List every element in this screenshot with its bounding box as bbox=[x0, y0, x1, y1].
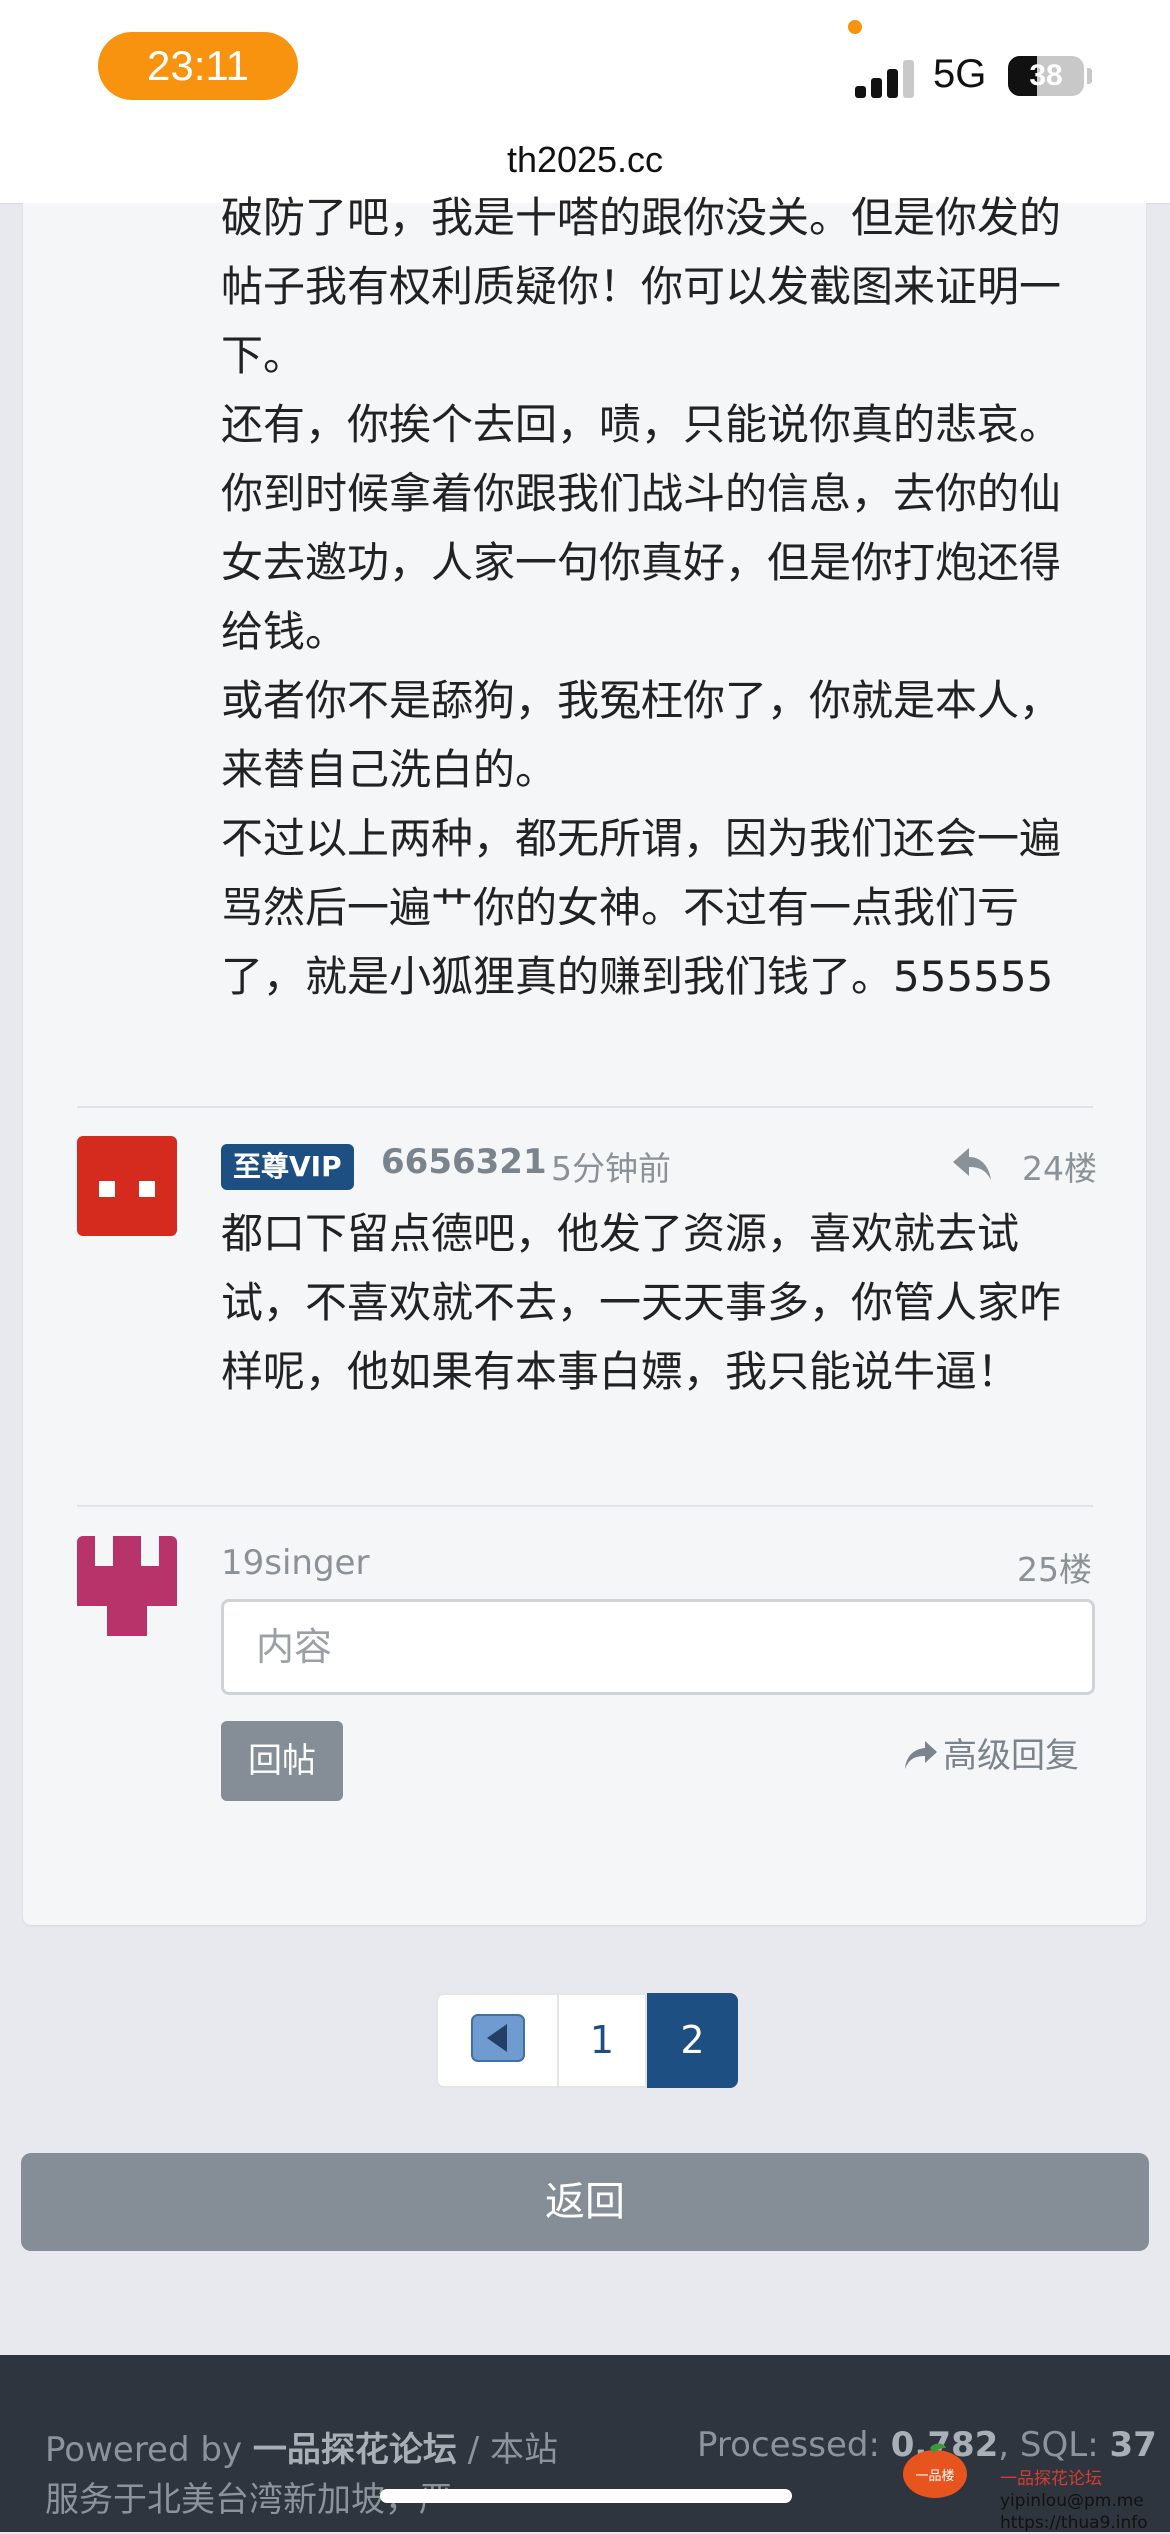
post-divider bbox=[77, 1106, 1093, 1108]
watermark-line3: https://thua9.info bbox=[1000, 2513, 1148, 2533]
thread-card: 破防了吧，我是十嗒的跟你没关。但是你发的帖子我有权利质疑你！你可以发截图来证明一… bbox=[23, 193, 1146, 1925]
back-button[interactable]: 返回 bbox=[21, 2153, 1149, 2251]
page-1-link[interactable]: 1 bbox=[559, 1993, 647, 2088]
watermark-line2: yipinlou@pm.me bbox=[1000, 2491, 1144, 2511]
reply-text: 都口下留点德吧，他发了资源，喜欢就去试试，不喜欢就不去，一天天事多，你管人家咋样… bbox=[221, 1209, 1062, 1396]
footer: Powered by 一品探花论坛 / 本站服务于北美台湾新加坡，严 Proce… bbox=[0, 2355, 1170, 2532]
advanced-reply-label: 高级回复 bbox=[943, 1736, 1079, 1776]
processed-label: Processed: bbox=[697, 2425, 880, 2465]
watermark-logo-text: 一品楼 bbox=[915, 2469, 954, 2484]
battery-icon: 38 bbox=[1008, 56, 1084, 96]
sql-value: 37 bbox=[1109, 2425, 1157, 2465]
post-paragraph: 不过以上两种，都无所谓，因为我们还会一遍骂然后一遍艹你的女神。不过有一点我们亏了… bbox=[221, 814, 1062, 1001]
previous-post-content: 破防了吧，我是十嗒的跟你没关。但是你发的帖子我有权利质疑你！你可以发截图来证明一… bbox=[221, 183, 1081, 1011]
post-divider bbox=[77, 1505, 1093, 1507]
status-time: 23:11 bbox=[98, 32, 298, 100]
reply-arrow-icon[interactable] bbox=[949, 1142, 995, 1184]
prev-arrow-icon bbox=[470, 2014, 525, 2062]
reply-meta: 至尊VIP 6656321 5分钟前 24楼 bbox=[221, 1140, 1097, 1190]
network-type: 5G bbox=[933, 52, 987, 96]
reply-time: 5分钟前 bbox=[551, 1149, 671, 1188]
reply-floor: 24楼 bbox=[1022, 1149, 1097, 1188]
signal-icon bbox=[855, 58, 917, 98]
watermark-text: 一品探花论坛 yipinlou@pm.me https://thua9.info bbox=[1000, 2468, 1148, 2534]
battery-tip bbox=[1087, 68, 1092, 84]
user-avatar[interactable] bbox=[77, 1136, 177, 1236]
page-2-current[interactable]: 2 bbox=[647, 1993, 738, 2088]
status-bar: 23:11 5G 38 bbox=[0, 0, 1170, 145]
battery-percent: 38 bbox=[1029, 59, 1063, 92]
home-indicator[interactable] bbox=[380, 2489, 792, 2503]
compose-floor: 25楼 bbox=[1017, 1550, 1092, 1589]
submit-reply-button[interactable]: 回帖 bbox=[221, 1721, 343, 1801]
current-user-avatar[interactable] bbox=[77, 1536, 177, 1636]
forum-name-link[interactable]: 一品探花论坛 bbox=[253, 2430, 457, 2470]
watermark-logo: 一品楼 bbox=[903, 2443, 967, 2498]
vip-badge: 至尊VIP bbox=[221, 1144, 354, 1190]
prev-page-button[interactable] bbox=[436, 1993, 559, 2088]
watermark-line1: 一品探花论坛 bbox=[1000, 2469, 1102, 2489]
share-arrow-icon bbox=[905, 1741, 937, 1769]
powered-by-text: Powered by bbox=[45, 2430, 243, 2470]
post-paragraph: 破防了吧，我是十嗒的跟你没关。但是你发的帖子我有权利质疑你！你可以发截图来证明一… bbox=[221, 193, 1062, 380]
reply-input[interactable] bbox=[221, 1599, 1095, 1695]
compose-username: 19singer bbox=[221, 1543, 370, 1583]
reply-content: 都口下留点德吧，他发了资源，喜欢就去试试，不喜欢就不去，一天天事多，你管人家咋样… bbox=[221, 1199, 1081, 1406]
reply-username[interactable]: 6656321 bbox=[381, 1142, 547, 1182]
sql-label: , SQL: bbox=[998, 2425, 1099, 2465]
pagination: 1 2 bbox=[436, 1993, 738, 2088]
advanced-reply-link[interactable]: 高级回复 bbox=[903, 1728, 1079, 1777]
post-paragraph: 或者你不是舔狗，我冤枉你了，你就是本人，来替自己洗白的。 bbox=[221, 676, 1062, 794]
privacy-indicator-dot bbox=[848, 20, 862, 34]
footer-powered: Powered by 一品探花论坛 / 本站服务于北美台湾新加坡，严 bbox=[45, 2425, 565, 2525]
url-text: th2025.cc bbox=[506, 139, 664, 180]
post-paragraph: 还有，你挨个去回，啧，只能说你真的悲哀。你到时候拿着你跟我们战斗的信息，去你的仙… bbox=[221, 400, 1062, 656]
